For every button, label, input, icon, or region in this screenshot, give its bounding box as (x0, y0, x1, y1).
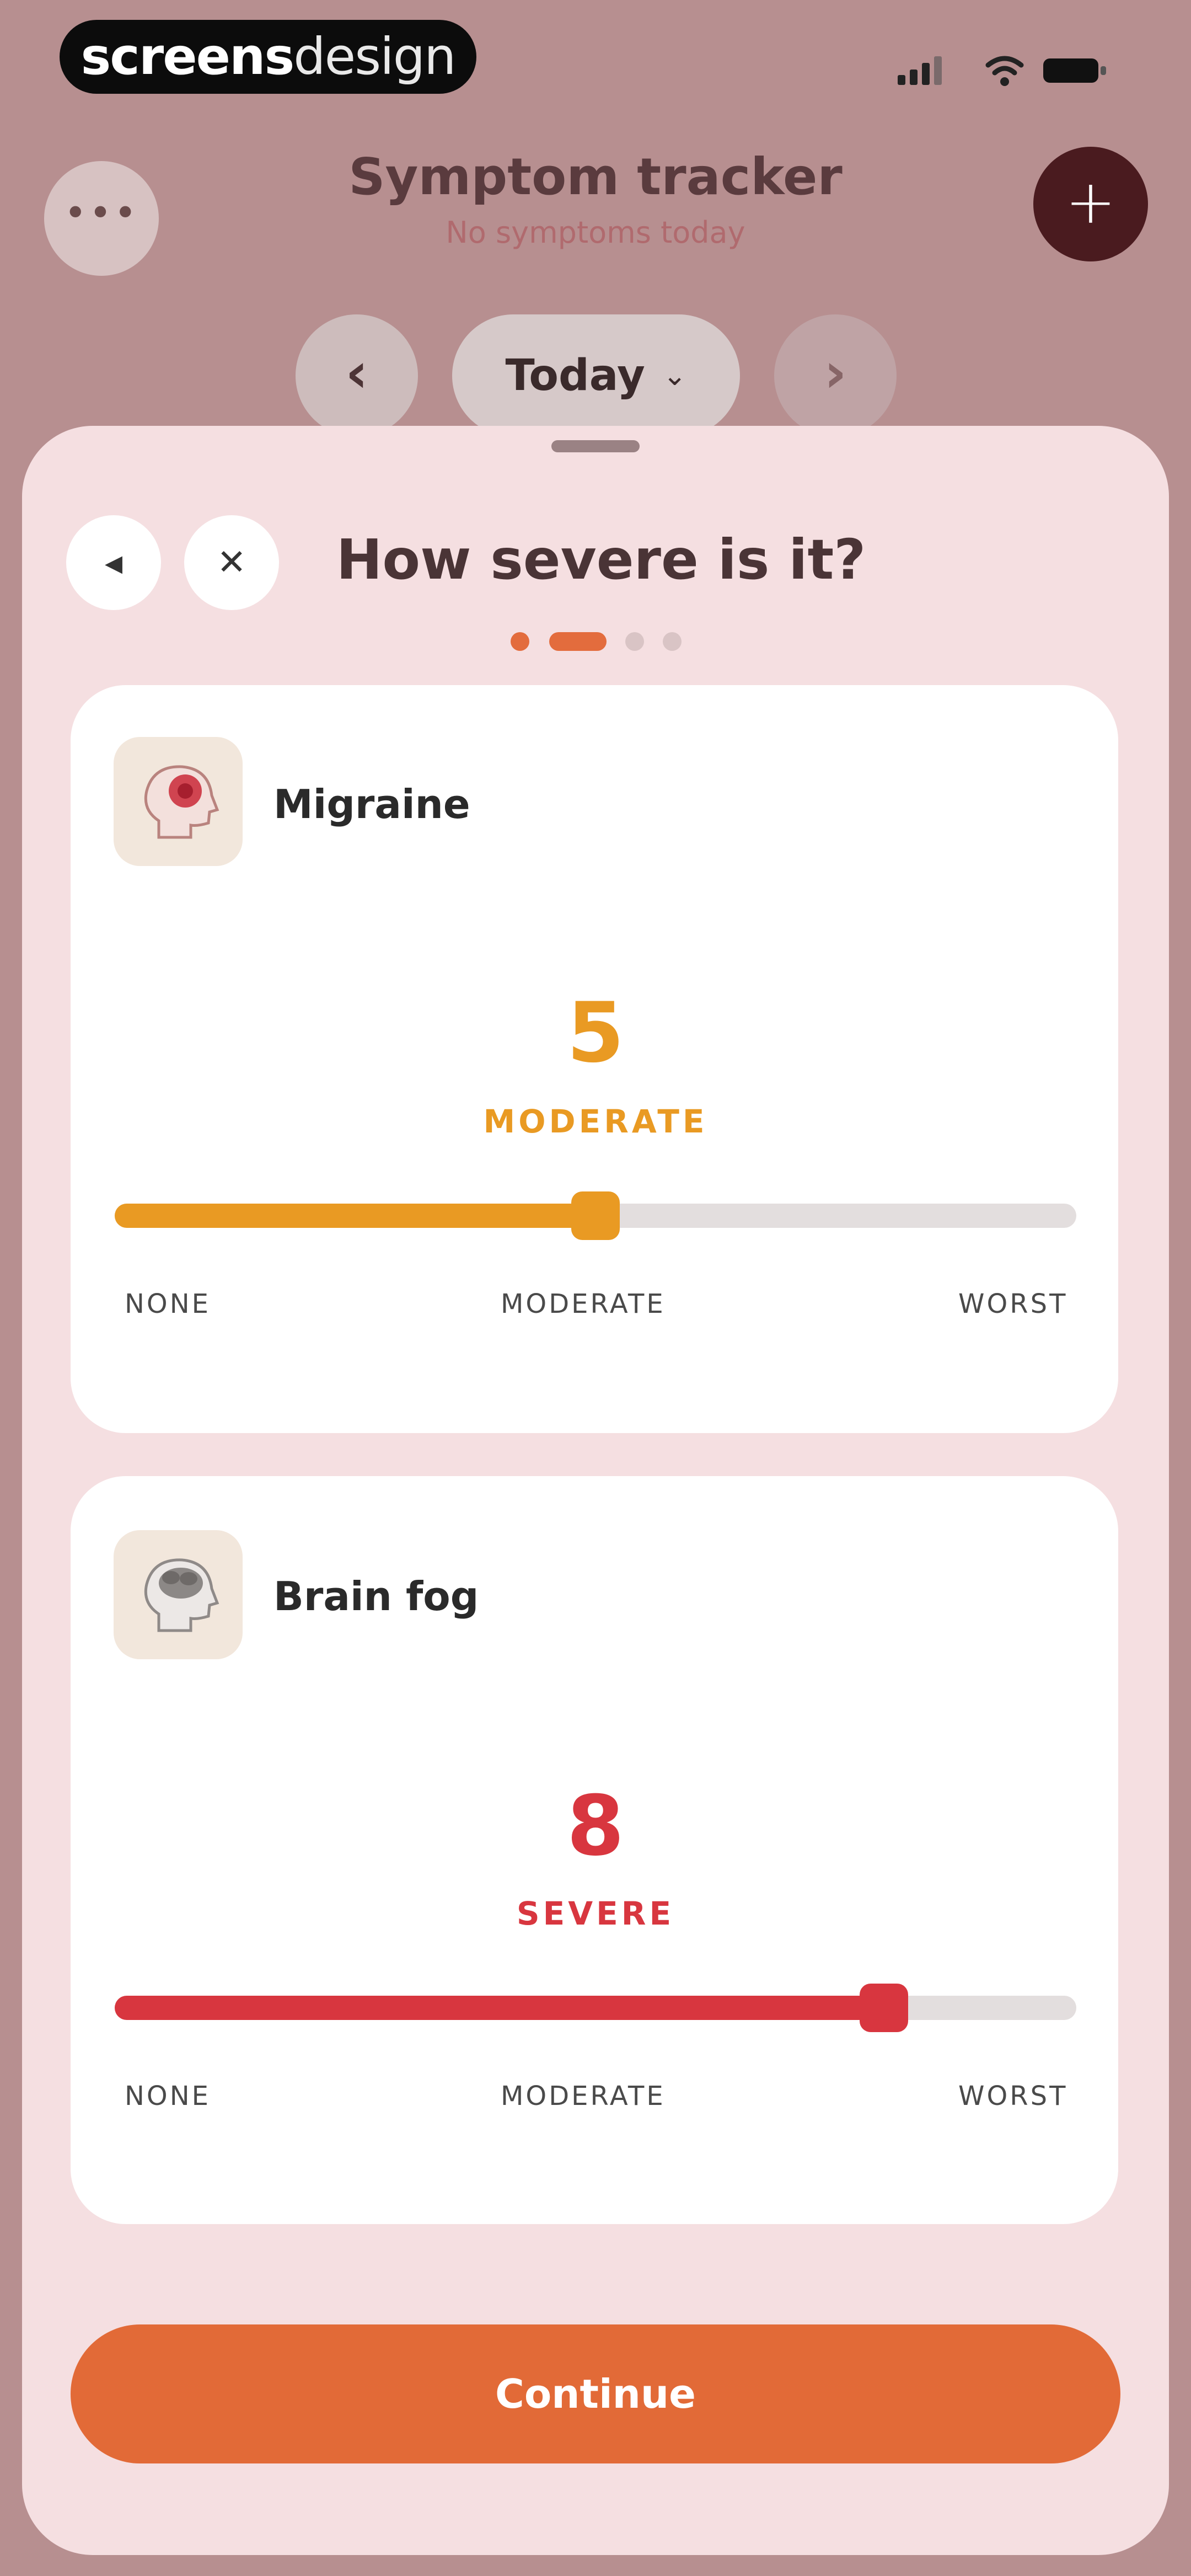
brand-text-bold: screens (81, 27, 295, 86)
plus-icon: + (1065, 167, 1117, 237)
status-icons (898, 56, 1106, 86)
severity-slider-fill (115, 1996, 884, 2020)
cellular-signal-icon (898, 56, 942, 85)
step-dot-4 (663, 632, 682, 651)
symptom-name: Brain fog (273, 1573, 479, 1620)
close-icon: ✕ (217, 542, 246, 583)
more-button[interactable]: ••• (44, 161, 159, 276)
step-dot-1 (511, 632, 529, 651)
scale-mid-label: MODERATE (501, 2081, 666, 2112)
severity-slider-thumb[interactable] (571, 1191, 620, 1240)
brand-text-light: design (293, 27, 456, 86)
severity-slider-fill (115, 1204, 596, 1228)
severity-level-label: SEVERE (516, 1895, 675, 1932)
scale-min-label: NONE (125, 2081, 211, 2112)
severity-value: 8 (566, 1778, 625, 1874)
symptom-name: Migraine (273, 781, 470, 827)
scale-max-label: WORST (958, 1289, 1068, 1319)
scale-mid-label: MODERATE (501, 1289, 666, 1319)
date-selector[interactable]: Today ⌄ (452, 314, 740, 437)
scale-max-label: WORST (958, 2081, 1068, 2112)
scale-min-label: NONE (125, 1289, 211, 1319)
severity-slider-thumb[interactable] (860, 1984, 909, 2032)
severity-level-label: MODERATE (483, 1103, 708, 1140)
brand-logo: screensdesign (60, 20, 476, 94)
add-symptom-button[interactable]: + (1033, 147, 1148, 261)
chevron-down-icon: ⌄ (662, 359, 687, 392)
chevron-left-icon: ‹ (345, 340, 368, 405)
back-icon: ◂ (104, 542, 123, 583)
step-dot-3 (625, 632, 644, 651)
sheet-title: How severe is it? (336, 527, 866, 592)
chevron-right-icon: › (824, 340, 847, 405)
date-label: Today (505, 351, 645, 400)
page-title: Symptom tracker (348, 147, 843, 206)
previous-day-button[interactable]: ‹ (296, 314, 418, 437)
page-subtitle: No symptoms today (446, 215, 745, 250)
continue-label: Continue (495, 2371, 696, 2417)
sheet-drag-handle[interactable] (551, 440, 640, 452)
next-day-button[interactable]: › (774, 314, 897, 437)
migraine-head-icon (114, 737, 243, 866)
step-dot-2-active (549, 632, 607, 651)
wifi-icon (985, 56, 1024, 86)
back-button[interactable]: ◂ (66, 515, 161, 610)
severity-value: 5 (566, 985, 625, 1081)
battery-icon (1043, 58, 1106, 83)
close-button[interactable]: ✕ (184, 515, 279, 610)
brain-fog-head-icon (114, 1530, 243, 1659)
continue-button[interactable]: Continue (71, 2324, 1120, 2463)
more-icon: ••• (64, 190, 139, 236)
